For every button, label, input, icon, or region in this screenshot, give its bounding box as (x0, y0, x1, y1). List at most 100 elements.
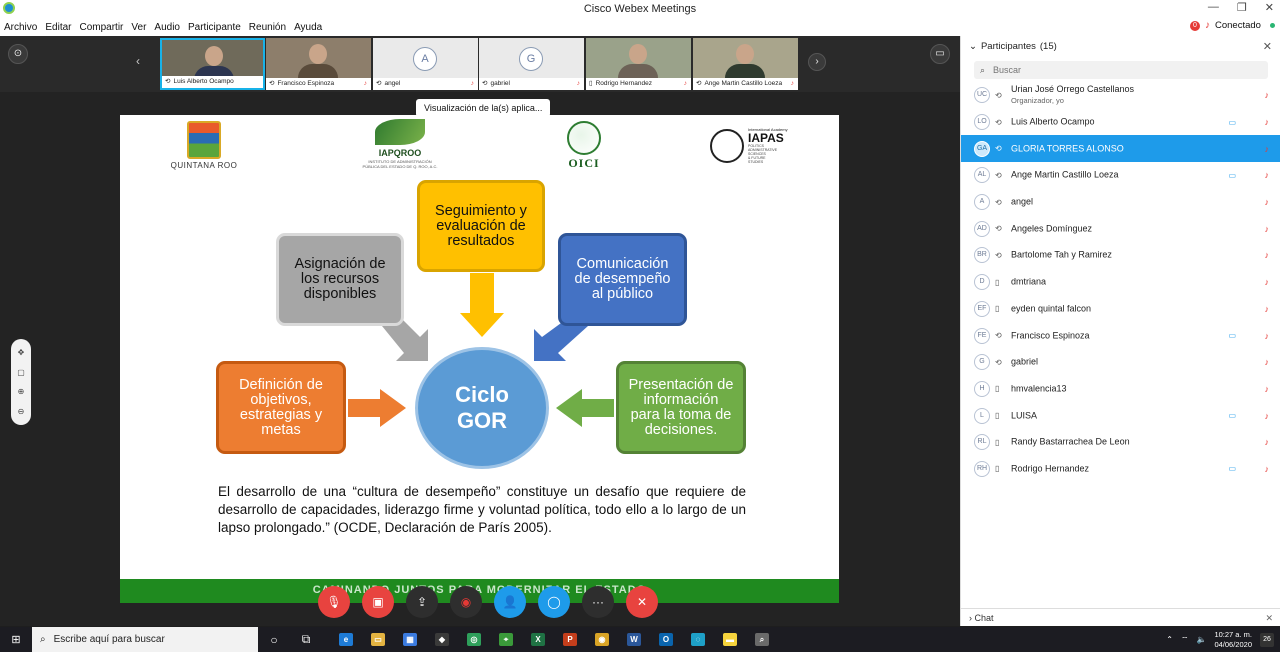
mic-muted-icon[interactable]: ♪ (1265, 90, 1270, 100)
mic-muted-icon[interactable]: ♪ (1265, 170, 1270, 180)
mic-muted-icon[interactable]: ♪ (1205, 20, 1210, 31)
taskbar-app-word[interactable]: W (618, 627, 650, 652)
chat-section[interactable]: › Chat ✕ (961, 608, 1280, 626)
close-icon[interactable]: ✕ (1265, 609, 1273, 627)
taskbar-app-webex[interactable]: ◌ (682, 627, 714, 652)
restore-icon[interactable]: ❐ (1237, 1, 1247, 14)
menu-reunion[interactable]: Reunión (249, 22, 286, 33)
menu-archivo[interactable]: Archivo (4, 22, 37, 33)
menu-audio[interactable]: Audio (154, 22, 180, 33)
more-options-button[interactable]: ··· (582, 586, 614, 618)
minimize-icon[interactable]: — (1208, 1, 1219, 14)
participant-row[interactable]: RL ▯ Randy Bastarrachea De Leon ♪ (961, 429, 1280, 456)
share-button[interactable]: ⇪ (406, 586, 438, 618)
mic-muted-icon[interactable]: ♪ (1265, 144, 1270, 154)
taskbar-app-store[interactable]: ▦ (394, 627, 426, 652)
taskbar-app-excel[interactable]: X (522, 627, 554, 652)
participant-row[interactable]: L ▯ LUISA ▭ ♪ (961, 402, 1280, 429)
network-icon[interactable]: ⌔ (1181, 635, 1189, 645)
stop-video-button[interactable]: ▣ (362, 586, 394, 618)
cortana-button[interactable]: ○ (258, 627, 290, 652)
close-icon[interactable]: ✕ (1263, 40, 1272, 53)
end-meeting-button[interactable]: ✕ (626, 586, 658, 618)
fit-icon[interactable]: ▢ (17, 368, 25, 377)
box-line: decisiones. (644, 421, 718, 438)
menu-participante[interactable]: Participante (188, 22, 241, 33)
participant-row[interactable]: AL ⟲ Ange Martin Castillo Loeza ▭ ♪ (961, 162, 1280, 189)
mic-muted-icon[interactable]: ♪ (1265, 304, 1270, 314)
taskbar-app-chrome[interactable]: ◉ (586, 627, 618, 652)
zoom-out-icon[interactable]: ⊖ (18, 407, 25, 416)
device-icon: ⟲ (995, 224, 1002, 234)
participant-row[interactable]: G ⟲ gabriel ♪ (961, 349, 1280, 376)
video-thumbnail-rodrigo[interactable]: ▯ Rodrigo Hernandez ♪ (586, 38, 691, 90)
clock[interactable]: 10:27 a. m. 04/06/2020 (1214, 630, 1252, 650)
mic-muted-icon[interactable]: ♪ (1265, 117, 1270, 127)
mic-muted-icon[interactable]: ♪ (1265, 331, 1270, 341)
taskbar-app-dropbox[interactable]: ◆ (426, 627, 458, 652)
mic-muted-icon[interactable]: ♪ (1265, 384, 1270, 394)
mic-muted-icon[interactable]: ♪ (1265, 197, 1270, 207)
participant-name: LUISA (1011, 410, 1038, 421)
strip-next-icon[interactable]: › (808, 53, 826, 71)
mute-button[interactable]: 🎙 (318, 586, 350, 618)
participant-row[interactable]: UC ⟲ Urian José Orrego Castellanos Organiza… (961, 82, 1280, 109)
participant-row[interactable]: BR ⟲ Bartolome Tah y Ramirez ♪ (961, 242, 1280, 269)
taskbar-app-outlook[interactable]: O (650, 627, 682, 652)
participants-button[interactable]: 👤 (494, 586, 526, 618)
strip-prev-icon[interactable]: ‹ (136, 54, 140, 68)
participant-row[interactable]: EF ▯ eyden quintal falcon ♪ (961, 296, 1280, 323)
thumb-device-icon: ⟲ (696, 80, 702, 87)
mic-muted-icon[interactable]: ♪ (1265, 357, 1270, 367)
share-icon: ⇪ (416, 595, 428, 609)
video-thumbnail-francisco[interactable]: ⟲ Francisco Espinoza ♪ (266, 38, 371, 90)
close-icon[interactable]: ✕ (1265, 1, 1274, 14)
participant-row[interactable]: LO ⟲ Luis Alberto Ocampo ▭ ♪ (961, 109, 1280, 136)
notifications-badge[interactable]: 26 (1260, 632, 1274, 647)
mic-muted-icon[interactable]: ♪ (1265, 437, 1270, 447)
avatar: UC (974, 87, 990, 104)
taskbar-app-sticky-notes[interactable]: ▬ (714, 627, 746, 652)
mic-muted-icon[interactable]: ♪ (1265, 250, 1270, 260)
taskbar-search[interactable]: ⌕ Escribe aquí para buscar (32, 627, 258, 652)
search-input[interactable] (993, 65, 1244, 75)
taskbar-app-explorer[interactable]: ▭ (362, 627, 394, 652)
menu-editar[interactable]: Editar (45, 22, 71, 33)
taskbar-app-edge[interactable]: e (330, 627, 362, 652)
menu-compartir[interactable]: Compartir (79, 22, 123, 33)
participant-row[interactable]: FE ⟲ Francisco Espinoza ▭ ♪ (961, 322, 1280, 349)
pointer-icon[interactable]: ✥ (18, 348, 25, 357)
taskbar-app-remote[interactable]: ⌕ (746, 627, 778, 652)
avatar-thumbnail-gabriel[interactable]: G ⟲ gabriel ♪ (479, 38, 584, 90)
avatar-thumbnail-angel[interactable]: A ⟲ angel ♪ (373, 38, 478, 90)
mic-off-icon: 🎙 (326, 595, 342, 609)
task-view-button[interactable]: ⧉ (290, 627, 322, 652)
mic-muted-icon[interactable]: ♪ (1265, 277, 1270, 287)
layout-icon[interactable]: ⊙ (8, 44, 28, 64)
taskbar-app-powerpoint[interactable]: P (554, 627, 586, 652)
zoom-in-icon[interactable]: ⊕ (18, 387, 25, 396)
menu-ver[interactable]: Ver (131, 22, 146, 33)
video-thumbnail-luis[interactable]: ⟲ Luis Alberto Ocampo (160, 38, 265, 90)
mic-muted-icon[interactable]: ♪ (1265, 411, 1270, 421)
menu-ayuda[interactable]: Ayuda (294, 22, 322, 33)
participant-row[interactable]: GA ⟲ GLORIA TORRES ALONSO ♪ (961, 135, 1280, 163)
mic-muted-icon[interactable]: ♪ (1265, 464, 1270, 474)
mic-muted-icon[interactable]: ♪ (1265, 224, 1270, 234)
taskbar-app-tripadvisor[interactable]: ◎ (458, 627, 490, 652)
participant-row[interactable]: AD ⟲ Angeles Domínguez ♪ (961, 215, 1280, 242)
participants-header[interactable]: ⌄ Participantes (15) (969, 41, 1057, 52)
panel-toggle-icon[interactable]: ▭ (930, 44, 950, 64)
chevron-up-icon[interactable]: ⌃ (1166, 635, 1173, 644)
record-button[interactable]: ◉ (450, 586, 482, 618)
taskbar-app-maps[interactable]: ⌖ (490, 627, 522, 652)
chat-button[interactable]: ◯ (538, 586, 570, 618)
participant-row[interactable]: RH ▯ Rodrigo Hernandez ▭ ♪ (961, 456, 1280, 483)
windows-start-button[interactable]: ⊞ (0, 627, 32, 652)
volume-icon[interactable]: 🔈 (1196, 635, 1206, 644)
video-thumbnail-ange[interactable]: ⟲ Ange Martin Castillo Loeza ♪ (693, 38, 798, 90)
participant-row[interactable]: A ⟲ angel ♪ (961, 189, 1280, 216)
box-line: Seguimiento y (435, 202, 527, 219)
participant-row[interactable]: H ▯ hmvalencia13 ♪ (961, 376, 1280, 403)
participant-row[interactable]: D ▯ dmtriana ♪ (961, 269, 1280, 296)
